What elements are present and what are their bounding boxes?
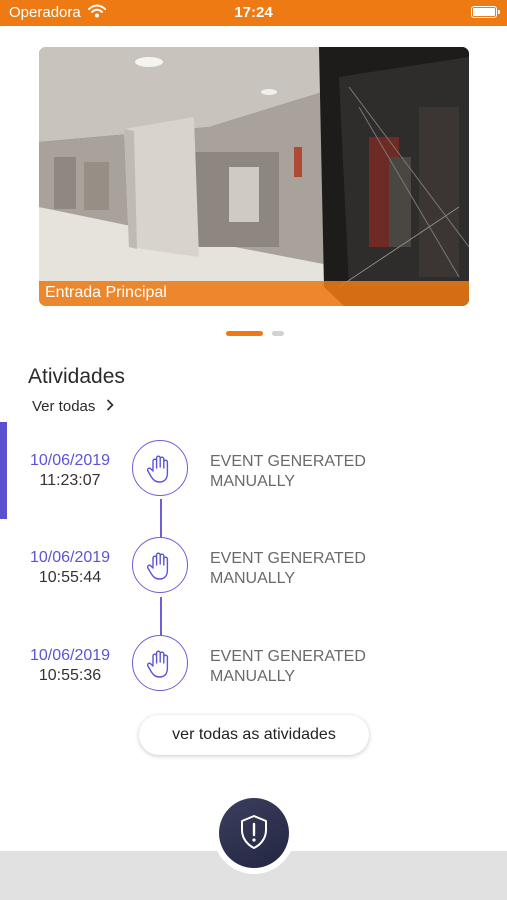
activity-date: 10/06/2019	[29, 452, 111, 469]
hand-icon	[132, 635, 188, 691]
activity-time: 10:55:44	[38, 569, 102, 586]
activity-item[interactable]: 10/06/2019 10:55:36 EVENT GENERATED MANU…	[0, 635, 507, 707]
battery-icon	[471, 6, 500, 18]
camera-card[interactable]: Entrada Principal	[39, 47, 469, 306]
activity-date: 10/06/2019	[29, 647, 111, 664]
activity-item[interactable]: 10/06/2019 11:23:07 EVENT GENERATED MANU…	[0, 440, 507, 512]
pager-dot[interactable]	[272, 331, 284, 336]
hand-icon	[132, 537, 188, 593]
status-time: 17:24	[234, 4, 273, 21]
alert-button[interactable]	[219, 798, 289, 868]
activity-item[interactable]: 10/06/2019 10:55:44 EVENT GENERATED MANU…	[0, 537, 507, 609]
all-activities-button[interactable]: ver todas as atividades	[139, 715, 369, 755]
hand-icon	[132, 440, 188, 496]
pager-dot-active[interactable]	[226, 331, 263, 336]
activity-time: 11:23:07	[39, 472, 101, 489]
activity-time: 10:55:36	[38, 667, 102, 684]
activity-description: EVENT GENERATED MANUALLY	[210, 550, 366, 587]
status-bar: Operadora 17:24	[0, 0, 507, 26]
see-all-link[interactable]: Ver todas	[32, 398, 114, 415]
activity-description: EVENT GENERATED MANUALLY	[210, 648, 366, 685]
camera-feed-image	[39, 47, 469, 306]
activity-description: EVENT GENERATED MANUALLY	[210, 453, 366, 490]
camera-label-bar: Entrada Principal	[39, 281, 469, 306]
activities-title: Atividades	[28, 365, 125, 388]
see-all-label: Ver todas	[32, 398, 96, 415]
chevron-right-icon	[106, 398, 114, 415]
activity-date: 10/06/2019	[29, 549, 111, 566]
camera-name: Entrada Principal	[45, 284, 167, 301]
